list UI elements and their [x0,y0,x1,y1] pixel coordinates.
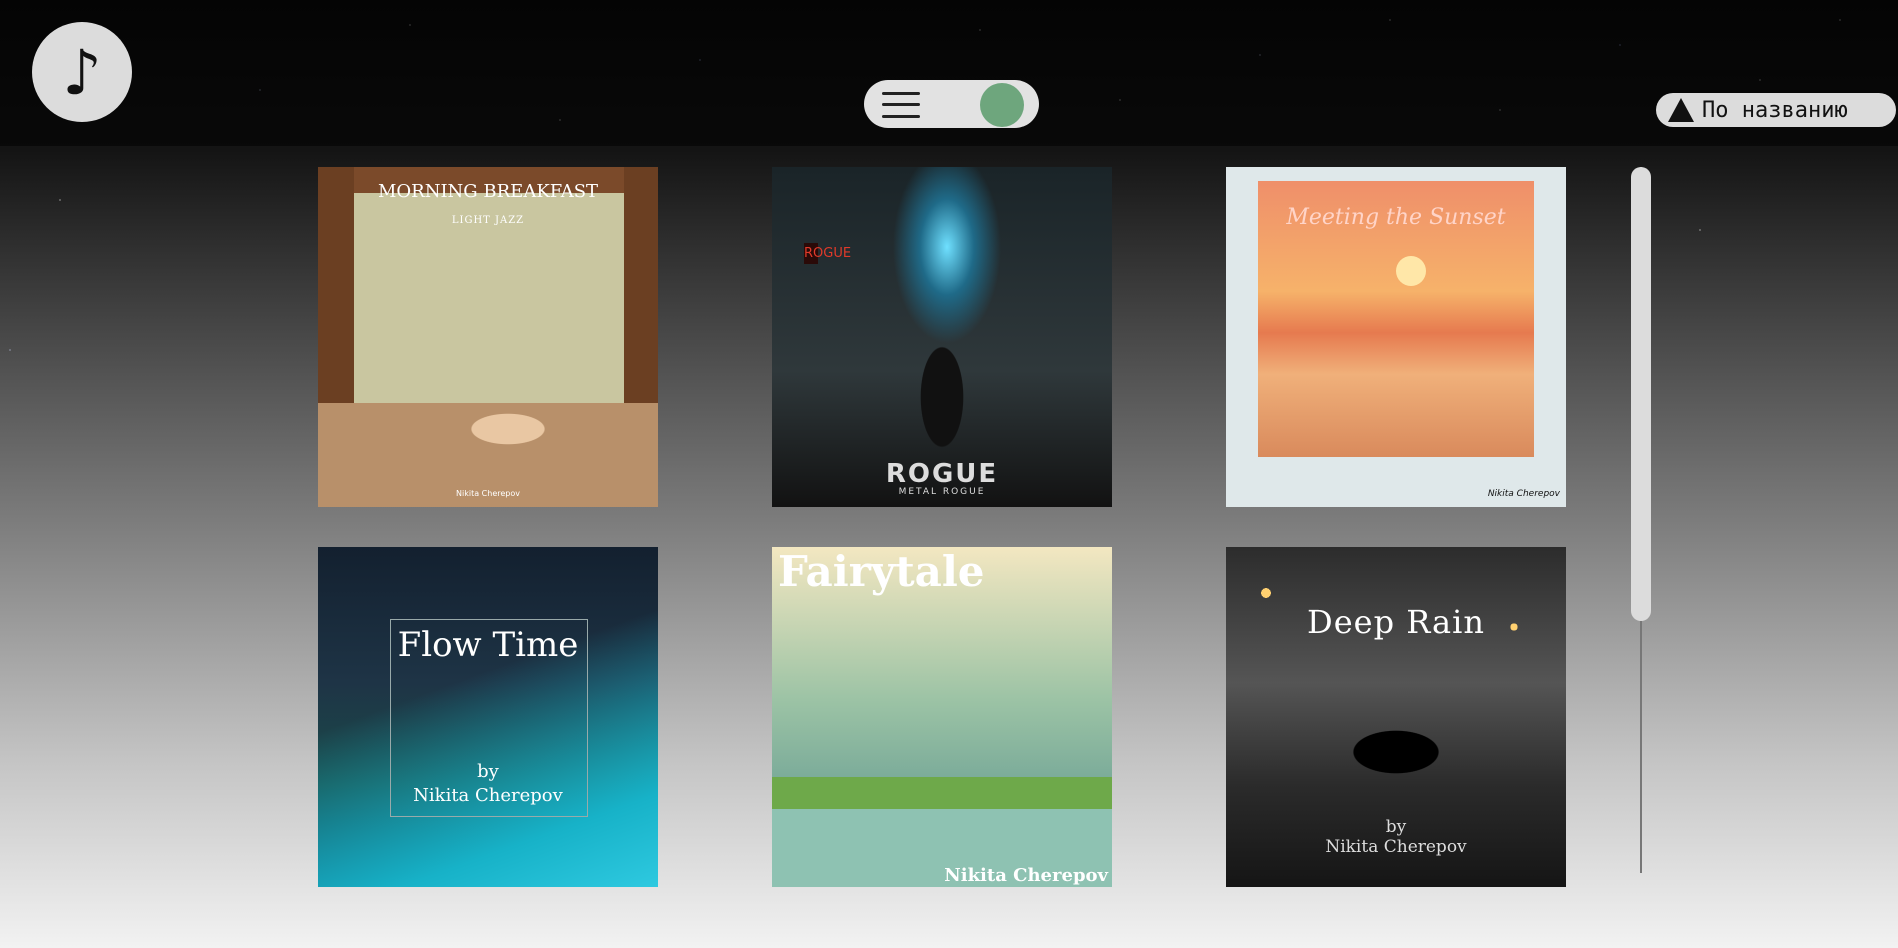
album-title: Flow Time [397,625,579,665]
music-note-button[interactable]: ♪ [32,22,132,122]
album-card-meeting-the-sunset[interactable]: Meeting the Sunset Nikita Cherepov [1226,167,1566,507]
album-credit: Nikita Cherepov [1325,837,1467,857]
album-title: Fairytale [778,547,985,596]
album-card-fairytale[interactable]: Fairytale Nikita Cherepov [772,547,1112,887]
album-title: ROGUE [885,459,999,489]
album-credit: Nikita Cherepov [1487,489,1560,499]
album-subtitle: LIGHT JAZZ [451,215,525,226]
album-title: Meeting the Sunset [1286,205,1506,230]
album-card-morning-breakfast[interactable]: MORNING BREAKFAST LIGHT JAZZ Nikita Cher… [318,167,658,507]
album-card-deep-rain[interactable]: Deep Rain by Nikita Cherepov [1226,547,1566,887]
sort-label: По названию [1702,97,1848,123]
sort-triangle-icon [1668,98,1694,122]
album-title: Deep Rain [1307,603,1485,641]
theme-toggle-switch[interactable] [980,83,1024,127]
music-note-icon: ♪ [62,35,102,109]
sort-by-name-button[interactable]: По названию [1656,93,1896,127]
album-card-rogue[interactable]: ROGUE ROGUE METAL ROGUE [772,167,1112,507]
hamburger-menu-icon[interactable] [882,90,920,120]
album-title: MORNING BREAKFAST [377,181,599,202]
album-by-label: by [477,761,499,782]
sun-shape [1396,256,1426,286]
album-credit: Nikita Cherepov [413,785,563,806]
album-side-text: ROGUE [804,243,851,264]
scrollbar-thumb[interactable] [1631,167,1651,621]
album-credit: Nikita Cherepov [456,489,520,498]
album-credit: Nikita Cherepov [944,865,1108,886]
album-grid: MORNING BREAKFAST LIGHT JAZZ Nikita Cher… [318,167,1566,887]
album-card-flow-time[interactable]: Flow Time by Nikita Cherepov [318,547,658,887]
menu-toggle-pill [864,80,1039,128]
album-subtitle: METAL ROGUE [898,487,986,497]
album-cover-art [772,547,1112,887]
top-bar: ♪ По названию [0,0,1898,146]
album-by-label: by [1385,817,1407,837]
album-cover-art [772,167,1112,507]
